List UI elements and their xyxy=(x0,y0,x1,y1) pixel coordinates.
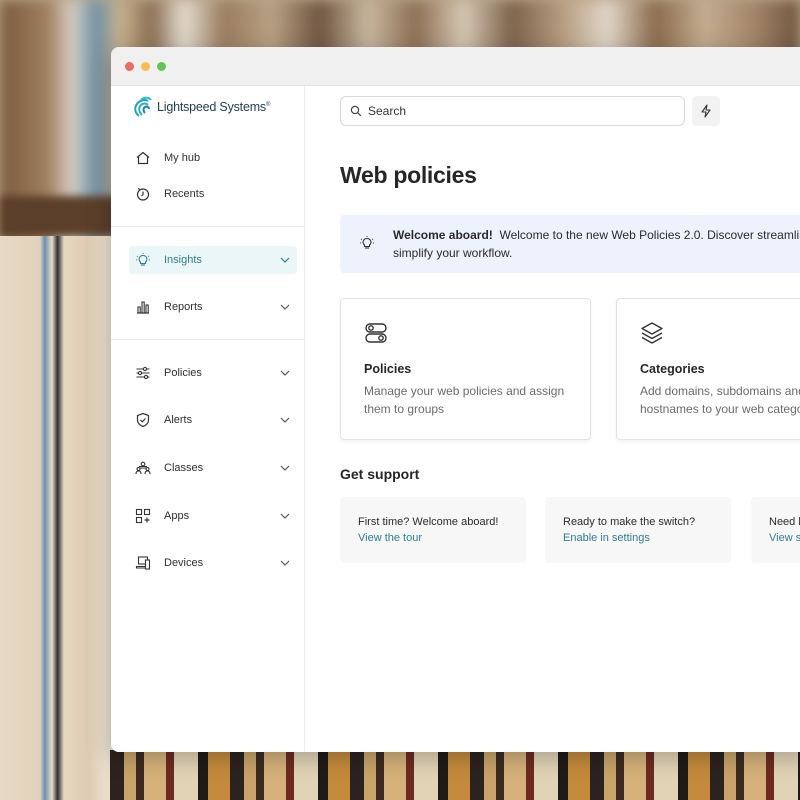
recents-clock-icon xyxy=(135,186,151,202)
classes-icon xyxy=(135,460,151,476)
chevron-down-icon xyxy=(280,560,290,566)
main-content: Web policies Welcome aboard! Welcome to … xyxy=(305,86,800,752)
sidebar-item-apps[interactable]: Apps xyxy=(129,502,297,530)
sidebar-divider xyxy=(111,339,305,340)
browser-window: Lightspeed Systems® My hub Recents Insig… xyxy=(111,47,800,752)
sidebar-item-insights[interactable]: Insights xyxy=(129,246,297,274)
brand-name: Lightspeed Systems® xyxy=(157,100,271,114)
sidebar-item-label: Recents xyxy=(164,188,205,200)
banner-heading: Welcome aboard! xyxy=(393,228,493,242)
search-input[interactable] xyxy=(368,104,668,118)
chevron-down-icon xyxy=(280,513,290,519)
apps-grid-icon xyxy=(135,508,151,524)
card-title: Categories xyxy=(640,362,705,376)
sidebar-item-label: Insights xyxy=(164,254,202,266)
sidebar-item-label: Reports xyxy=(164,301,203,313)
categories-card[interactable]: Categories Add domains, subdomains and ho… xyxy=(616,298,800,440)
lightbulb-icon xyxy=(360,236,374,249)
sidebar-item-my-hub[interactable]: My hub xyxy=(129,144,297,172)
sidebar-item-label: Classes xyxy=(164,462,204,474)
layers-icon xyxy=(641,322,663,344)
get-support-heading: Get support xyxy=(340,466,420,482)
sidebar-item-label: Policies xyxy=(164,367,202,379)
support-card-switch: Ready to make the switch? Enable in sett… xyxy=(545,497,731,563)
view-support-link[interactable]: View s xyxy=(769,532,800,544)
support-text: First time? Welcome aboard! xyxy=(358,516,499,528)
lightning-bolt-icon xyxy=(701,104,711,118)
banner-text: Welcome aboard! Welcome to the new Web P… xyxy=(393,226,800,262)
support-card-tour: First time? Welcome aboard! View the tou… xyxy=(340,497,526,563)
quick-actions-button[interactable] xyxy=(692,96,720,126)
maximize-window-button[interactable] xyxy=(157,61,166,71)
chevron-down-icon xyxy=(280,370,290,376)
card-description: Add domains, subdomains and hostnames to … xyxy=(640,384,800,416)
chevron-down-icon xyxy=(280,417,290,423)
sidebar: Lightspeed Systems® My hub Recents Insig… xyxy=(111,86,305,752)
sidebar-item-policies[interactable]: Policies xyxy=(129,359,297,387)
window-titlebar xyxy=(111,47,800,86)
sidebar-item-label: Apps xyxy=(164,510,190,522)
sidebar-item-classes[interactable]: Classes xyxy=(129,454,297,482)
chevron-down-icon xyxy=(280,465,290,471)
close-window-button[interactable] xyxy=(125,61,134,71)
chevron-down-icon xyxy=(280,304,290,310)
minimize-window-button[interactable] xyxy=(141,61,150,71)
app-layout: Lightspeed Systems® My hub Recents Insig… xyxy=(111,86,800,752)
sliders-icon xyxy=(135,365,151,381)
chevron-down-icon xyxy=(280,257,290,263)
home-icon xyxy=(135,150,151,166)
sidebar-divider xyxy=(111,226,305,227)
card-description: Manage your web policies and assign them … xyxy=(364,384,565,416)
sidebar-item-reports[interactable]: Reports xyxy=(129,293,297,321)
toggles-icon xyxy=(365,323,387,343)
sidebar-item-recents[interactable]: Recents xyxy=(129,180,297,208)
support-text: Ready to make the switch? xyxy=(563,516,696,528)
banner-message-continued: simplify your workflow. xyxy=(393,246,513,260)
view-tour-link[interactable]: View the tour xyxy=(358,532,422,544)
sidebar-item-devices[interactable]: Devices xyxy=(129,549,297,577)
banner-message: Welcome to the new Web Policies 2.0. Dis… xyxy=(499,228,800,242)
background-book-spines xyxy=(110,750,800,800)
welcome-banner: Welcome aboard! Welcome to the new Web P… xyxy=(340,215,800,273)
lightspeed-logo-icon xyxy=(134,96,152,117)
policies-card[interactable]: Policies Manage your web policies and as… xyxy=(340,298,591,440)
search-icon xyxy=(350,105,362,117)
sidebar-item-label: Alerts xyxy=(164,414,193,426)
support-card-help: Need h View s xyxy=(751,497,800,563)
page-title: Web policies xyxy=(340,162,477,188)
sidebar-item-label: Devices xyxy=(164,557,204,569)
brand-logo[interactable]: Lightspeed Systems® xyxy=(133,96,270,118)
enable-settings-link[interactable]: Enable in settings xyxy=(563,532,650,544)
support-text: Need h xyxy=(769,516,800,528)
search-box[interactable] xyxy=(340,96,685,126)
lightbulb-icon xyxy=(135,252,151,268)
devices-icon xyxy=(135,555,151,571)
shield-icon xyxy=(135,412,151,428)
card-title: Policies xyxy=(364,362,412,376)
bar-chart-icon xyxy=(135,299,151,315)
sidebar-item-label: My hub xyxy=(164,152,201,164)
sidebar-item-alerts[interactable]: Alerts xyxy=(129,406,297,434)
